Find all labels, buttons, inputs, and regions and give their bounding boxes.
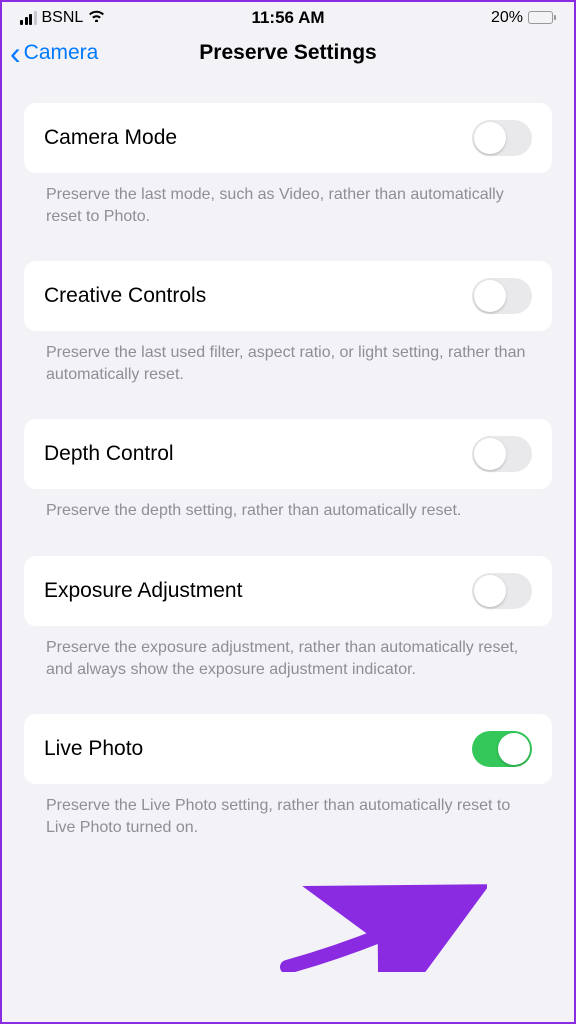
- status-time: 11:56 AM: [251, 8, 324, 28]
- setting-row-depth-control[interactable]: Depth Control: [24, 419, 552, 489]
- setting-row-creative-controls[interactable]: Creative Controls: [24, 261, 552, 331]
- setting-label: Exposure Adjustment: [44, 579, 242, 603]
- setting-row-exposure-adjustment[interactable]: Exposure Adjustment: [24, 556, 552, 626]
- setting-desc: Preserve the Live Photo setting, rather …: [24, 784, 552, 838]
- setting-row-camera-mode[interactable]: Camera Mode: [24, 103, 552, 173]
- setting-row-live-photo[interactable]: Live Photo: [24, 714, 552, 784]
- setting-label: Live Photo: [44, 737, 143, 761]
- setting-desc: Preserve the last mode, such as Video, r…: [24, 173, 552, 227]
- status-right: 20%: [491, 9, 556, 27]
- setting-desc: Preserve the depth setting, rather than …: [24, 489, 552, 522]
- toggle-depth-control[interactable]: [472, 436, 532, 472]
- settings-list: Camera Mode Preserve the last mode, such…: [2, 83, 574, 838]
- chevron-left-icon: ‹: [10, 45, 21, 61]
- setting-desc: Preserve the exposure adjustment, rather…: [24, 626, 552, 680]
- page-title: Preserve Settings: [199, 41, 376, 65]
- setting-label: Creative Controls: [44, 284, 206, 308]
- carrier-label: BSNL: [42, 9, 84, 27]
- setting-label: Camera Mode: [44, 126, 177, 150]
- back-button[interactable]: ‹ Camera: [10, 41, 98, 65]
- setting-desc: Preserve the last used filter, aspect ra…: [24, 331, 552, 385]
- toggle-live-photo[interactable]: [472, 731, 532, 767]
- status-bar: BSNL 11:56 AM 20%: [2, 2, 574, 31]
- toggle-creative-controls[interactable]: [472, 278, 532, 314]
- annotation-arrow-icon: [277, 882, 487, 977]
- nav-header: ‹ Camera Preserve Settings: [2, 31, 574, 83]
- signal-icon: [20, 11, 37, 25]
- toggle-exposure-adjustment[interactable]: [472, 573, 532, 609]
- back-label: Camera: [24, 41, 99, 65]
- toggle-camera-mode[interactable]: [472, 120, 532, 156]
- battery-percent: 20%: [491, 9, 523, 27]
- setting-label: Depth Control: [44, 442, 174, 466]
- battery-icon: [528, 11, 556, 24]
- wifi-icon: [88, 8, 105, 27]
- status-left: BSNL: [20, 8, 105, 27]
